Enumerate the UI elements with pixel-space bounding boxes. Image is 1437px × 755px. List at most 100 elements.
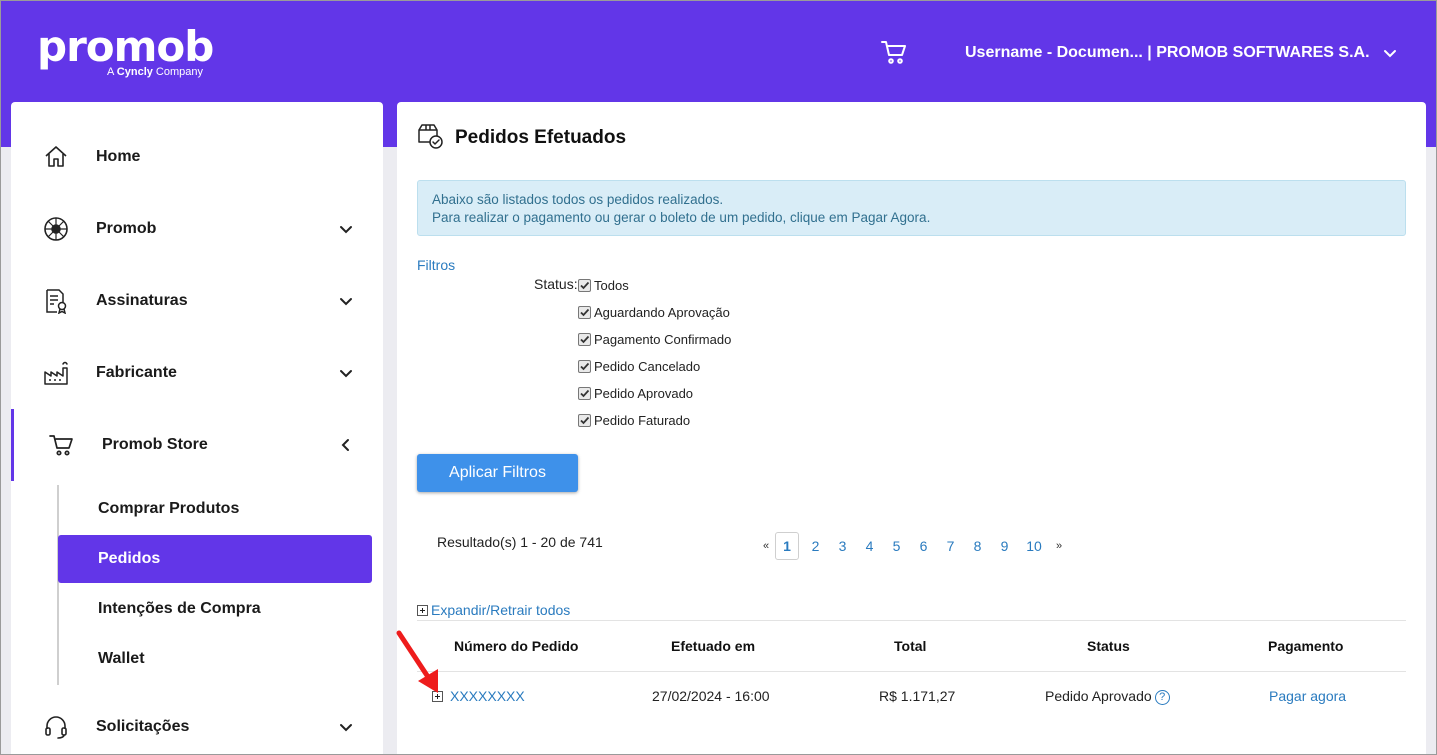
sidebar-subitem-intencoes-de-compra[interactable]: Intenções de Compra [58, 585, 372, 633]
column-header-order-number: Número do Pedido [454, 638, 579, 654]
sidebar-item-label: Assinaturas [96, 292, 188, 309]
subscription-icon [46, 289, 67, 314]
order-total: R$ 1.171,27 [879, 688, 956, 704]
status-checkbox-aguardando-aprovacao[interactable]: Aguardando Aprovação [578, 305, 730, 320]
pagination-current-page[interactable]: 1 [775, 532, 799, 560]
sidebar-subitem-wallet[interactable]: Wallet [58, 635, 372, 683]
pagination-page[interactable]: 10 [1018, 532, 1050, 560]
order-box-check-icon [418, 124, 443, 149]
chevron-down-icon [340, 298, 352, 306]
checkbox-label: Aguardando Aprovação [594, 305, 730, 320]
status-filter-label: Status: [534, 276, 578, 292]
help-icon[interactable]: ? [1154, 690, 1170, 705]
expand-collapse-all[interactable]: Expandir/Retrair todos [417, 602, 570, 618]
headset-icon [45, 716, 67, 739]
status-checkbox-todos[interactable]: Todos [578, 278, 629, 293]
chevron-down-icon [340, 226, 352, 234]
filters-toggle[interactable]: Filtros [417, 257, 455, 273]
promob-icon [44, 217, 68, 241]
column-header-status: Status [1087, 638, 1130, 654]
check-icon [580, 362, 590, 371]
sidebar-item-solicitacoes[interactable]: Solicitações [11, 691, 383, 754]
alert-line: Abaixo são listados todos os pedidos rea… [432, 192, 724, 207]
chevron-down-icon [340, 370, 352, 378]
sidebar-item-label: Solicitações [96, 718, 190, 735]
checkbox-label: Pedido Faturado [594, 413, 691, 428]
status-checkbox-pedido-aprovado[interactable]: Pedido Aprovado [578, 386, 693, 401]
sidebar-item-promob[interactable]: Promob [11, 193, 383, 265]
cart-icon[interactable] [880, 38, 908, 66]
checkbox[interactable] [578, 360, 591, 373]
logo-wordmark: promob [37, 22, 214, 71]
order-date: 27/02/2024 - 16:00 [652, 688, 770, 704]
pagination-page[interactable]: 2 [802, 532, 829, 560]
home-icon [45, 146, 67, 167]
status-checkbox-pedido-cancelado[interactable]: Pedido Cancelado [578, 359, 700, 374]
check-icon [580, 308, 590, 317]
sidebar-item-label: Promob [96, 220, 157, 237]
results-count: Resultado(s) 1 - 20 de 741 [437, 534, 603, 550]
pagination-page[interactable]: 5 [883, 532, 910, 560]
info-alert: Abaixo são listados todos os pedidos rea… [417, 180, 1406, 236]
sidebar-item-fabricante[interactable]: Fabricante [11, 337, 383, 409]
pagination-page[interactable]: 7 [937, 532, 964, 560]
checkbox[interactable] [578, 387, 591, 400]
status-checkbox-pagamento-confirmado[interactable]: Pagamento Confirmado [578, 332, 731, 347]
apply-filters-button[interactable]: Aplicar Filtros [417, 454, 578, 492]
check-icon [580, 335, 590, 344]
pagination-page[interactable]: 4 [856, 532, 883, 560]
sidebar-item-promob-store[interactable]: Promob Store [11, 409, 383, 481]
pagination-page[interactable]: 3 [829, 532, 856, 560]
table-divider [417, 671, 1406, 672]
user-account-menu[interactable]: Username - Documen... | PROMOB SOFTWARES… [965, 44, 1398, 62]
pagination-page[interactable]: 6 [910, 532, 937, 560]
sidebar-item-label: Promob Store [102, 436, 208, 453]
page-title: Pedidos Efetuados [455, 127, 627, 148]
checkbox[interactable] [578, 333, 591, 346]
check-icon [580, 389, 590, 398]
order-status: Pedido Aprovado? [1045, 688, 1170, 705]
chevron-left-icon [341, 439, 349, 451]
sidebar-item-label: Fabricante [96, 364, 177, 381]
table-divider [417, 620, 1406, 621]
checkbox-label: Pedido Cancelado [594, 359, 701, 374]
checkbox-label: Pagamento Confirmado [594, 332, 732, 347]
factory-icon [44, 361, 68, 385]
check-icon [580, 416, 590, 425]
sidebar: Home Promob Assinaturas Fabricante Promo… [11, 102, 383, 754]
promob-logo[interactable]: promob A Cyncly Company [37, 22, 214, 79]
checkbox-label: Todos [594, 278, 629, 293]
red-annotation-arrow [396, 630, 438, 693]
expand-collapse-label: Expandir/Retrair todos [431, 602, 571, 618]
checkbox[interactable] [578, 414, 591, 427]
sidebar-item-assinaturas[interactable]: Assinaturas [11, 265, 383, 337]
column-header-payment: Pagamento [1268, 638, 1344, 654]
column-header-total: Total [894, 638, 927, 654]
pagination-prev[interactable]: « [757, 532, 775, 560]
sidebar-item-home[interactable]: Home [11, 121, 383, 193]
status-checkbox-pedido-faturado[interactable]: Pedido Faturado [578, 413, 690, 428]
plus-square-icon [417, 604, 428, 616]
cart-icon [49, 435, 73, 456]
checkbox[interactable] [578, 306, 591, 319]
order-status-text: Pedido Aprovado [1045, 688, 1152, 704]
checkbox[interactable] [578, 279, 591, 292]
sidebar-item-label: Home [96, 148, 141, 165]
order-number-link[interactable]: XXXXXXXX [450, 688, 525, 704]
pagination-page[interactable]: 9 [991, 532, 1018, 560]
alert-line: Para realizar o pagamento ou gerar o bol… [432, 210, 931, 225]
chevron-down-icon [340, 724, 352, 732]
sidebar-subitem-pedidos[interactable]: Pedidos [58, 535, 372, 583]
checkbox-label: Pedido Aprovado [594, 386, 694, 401]
app-window: promob A Cyncly Company Username - Docum… [0, 0, 1437, 755]
logo-tagline: A Cyncly Company [107, 66, 204, 78]
check-icon [580, 281, 590, 290]
pay-now-link[interactable]: Pagar agora [1269, 688, 1346, 704]
pagination-next[interactable]: » [1050, 532, 1068, 560]
pagination-page[interactable]: 8 [964, 532, 991, 560]
column-header-date: Efetuado em [671, 638, 756, 654]
sidebar-subitem-comprar-produtos[interactable]: Comprar Produtos [58, 485, 372, 533]
pagination: « 1 2 3 4 5 6 7 8 9 10 » [757, 532, 1068, 560]
main-panel: Pedidos Efetuados Abaixo são listados to… [397, 102, 1426, 754]
chevron-down-icon [1383, 50, 1396, 58]
